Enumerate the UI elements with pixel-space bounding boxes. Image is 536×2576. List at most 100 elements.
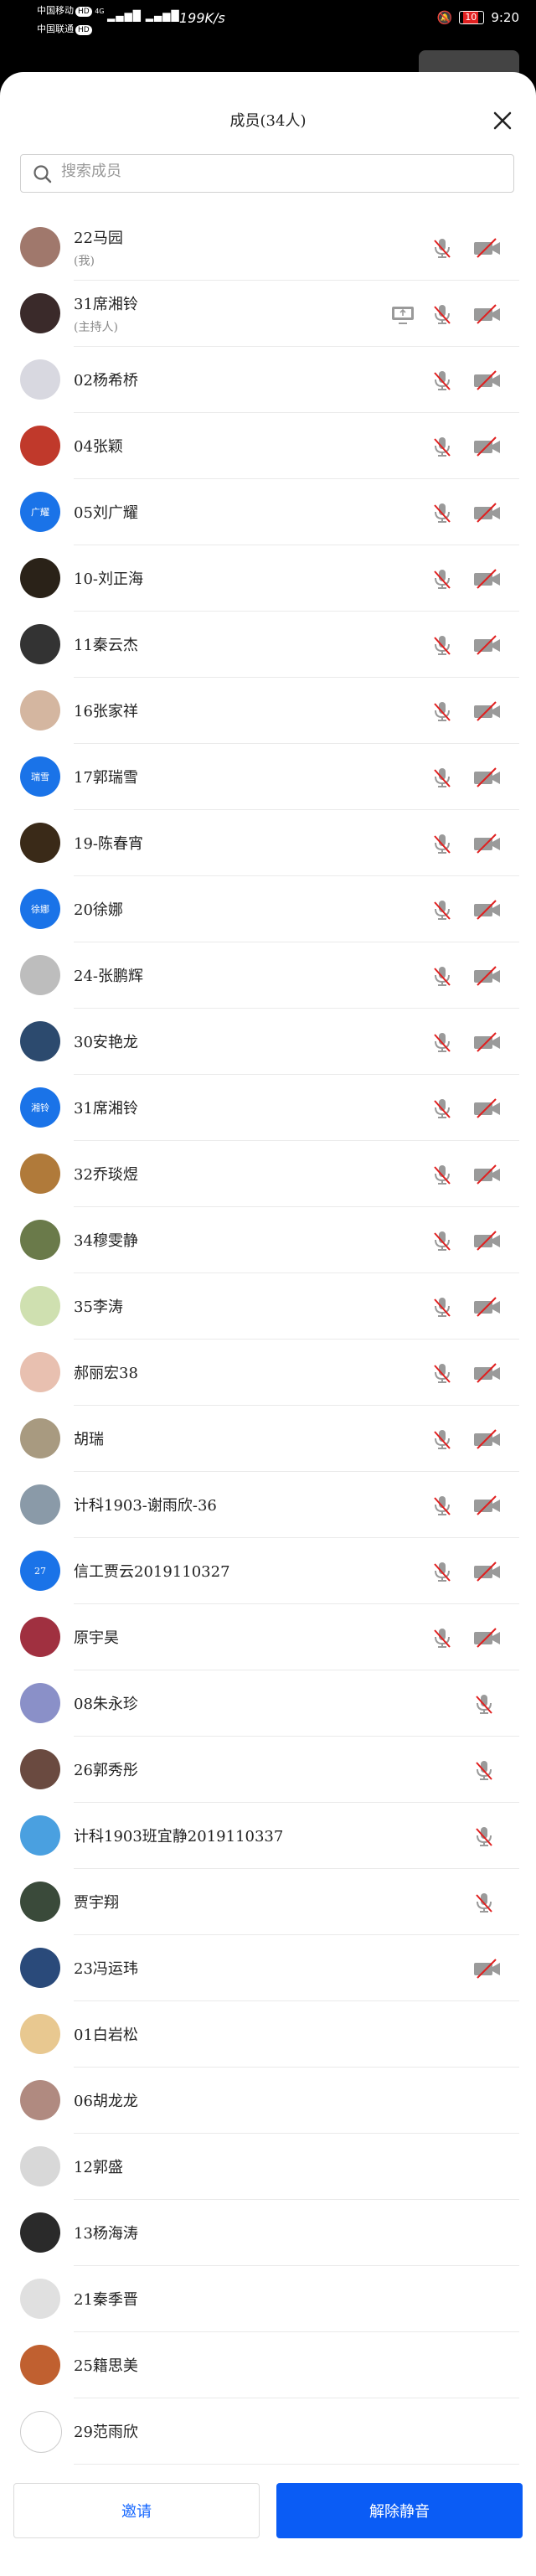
- member-row[interactable]: 35李涛: [0, 1273, 536, 1340]
- member-name: 计科1903-谢雨欣-36: [74, 1497, 217, 1515]
- mic-muted-icon[interactable]: [472, 1891, 496, 1918]
- camera-off-icon[interactable]: [472, 302, 502, 329]
- camera-off-icon[interactable]: [472, 1494, 502, 1520]
- camera-off-icon[interactable]: [472, 832, 502, 859]
- close-icon[interactable]: [491, 109, 514, 132]
- camera-off-icon[interactable]: [472, 964, 502, 991]
- camera-off-icon[interactable]: [472, 1295, 502, 1322]
- search-icon: [34, 165, 52, 183]
- mic-muted-icon[interactable]: [430, 435, 454, 462]
- member-row[interactable]: 04张颖: [0, 413, 536, 479]
- member-row[interactable]: 计科1903班宜静2019110337: [0, 1803, 536, 1869]
- camera-off-icon[interactable]: [472, 1229, 502, 1256]
- member-row[interactable]: 13杨海涛: [0, 2200, 536, 2266]
- screen-share-icon[interactable]: [390, 302, 415, 329]
- camera-off-icon[interactable]: [472, 699, 502, 726]
- mic-muted-icon[interactable]: [430, 1295, 454, 1322]
- camera-off-icon[interactable]: [472, 1957, 502, 1984]
- member-row[interactable]: 26郭秀彤: [0, 1737, 536, 1803]
- member-row[interactable]: 02杨希桥: [0, 347, 536, 413]
- member-row[interactable]: 08朱永珍: [0, 1670, 536, 1737]
- mic-muted-icon[interactable]: [430, 766, 454, 792]
- mic-muted-icon[interactable]: [430, 633, 454, 660]
- member-row[interactable]: 瑞雪 17郭瑞雪: [0, 744, 536, 810]
- camera-off-icon[interactable]: [472, 1163, 502, 1190]
- member-row[interactable]: 湘铃 31席湘铃: [0, 1075, 536, 1141]
- mic-muted-icon[interactable]: [472, 1758, 496, 1785]
- member-row[interactable]: 23冯运玮: [0, 1935, 536, 2001]
- member-row[interactable]: 32乔琰煜: [0, 1141, 536, 1207]
- camera-off-icon[interactable]: [472, 633, 502, 660]
- sheet-title: 成员(34人): [229, 112, 307, 130]
- member-row[interactable]: 21秦季晋: [0, 2266, 536, 2332]
- member-row[interactable]: 27 信工贾云2019110327: [0, 1538, 536, 1604]
- member-row[interactable]: 22马园 (我): [0, 214, 536, 281]
- member-row[interactable]: 19-陈春宵: [0, 810, 536, 876]
- camera-off-icon[interactable]: [472, 501, 502, 528]
- search-input[interactable]: [59, 162, 498, 181]
- mic-muted-icon[interactable]: [430, 501, 454, 528]
- member-row[interactable]: 29范雨欣: [0, 2398, 536, 2465]
- mic-muted-icon[interactable]: [430, 1560, 454, 1587]
- member-name: 24-张鹏辉: [74, 968, 143, 985]
- avatar: 湘铃: [20, 1087, 60, 1128]
- invite-button[interactable]: 邀请: [13, 2483, 260, 2538]
- camera-off-icon[interactable]: [472, 766, 502, 792]
- mic-muted-icon[interactable]: [430, 699, 454, 726]
- mic-muted-icon[interactable]: [472, 1825, 496, 1851]
- member-row[interactable]: 31席湘铃 (主持人): [0, 281, 536, 347]
- mic-muted-icon[interactable]: [430, 1626, 454, 1653]
- member-row[interactable]: 徐娜 20徐娜: [0, 876, 536, 942]
- camera-off-icon[interactable]: [472, 1361, 502, 1388]
- member-name: 30安艳龙: [74, 1034, 138, 1051]
- mic-muted-icon[interactable]: [430, 1229, 454, 1256]
- member-row[interactable]: 16张家祥: [0, 678, 536, 744]
- mic-muted-icon[interactable]: [430, 236, 454, 263]
- search-box[interactable]: [20, 154, 514, 193]
- mic-muted-icon[interactable]: [430, 369, 454, 395]
- camera-off-icon[interactable]: [472, 567, 502, 594]
- mic-muted-icon[interactable]: [430, 302, 454, 329]
- mic-muted-icon[interactable]: [430, 1163, 454, 1190]
- member-row[interactable]: 34穆雯静: [0, 1207, 536, 1273]
- mic-muted-icon[interactable]: [430, 1030, 454, 1057]
- mic-muted-icon[interactable]: [472, 1692, 496, 1719]
- member-row[interactable]: 25籍思美: [0, 2332, 536, 2398]
- camera-off-icon[interactable]: [472, 1626, 502, 1653]
- camera-off-icon[interactable]: [472, 1097, 502, 1123]
- camera-off-icon[interactable]: [472, 236, 502, 263]
- mic-muted-icon[interactable]: [430, 567, 454, 594]
- camera-off-icon[interactable]: [472, 898, 502, 925]
- mic-muted-icon[interactable]: [430, 832, 454, 859]
- member-row[interactable]: 30安艳龙: [0, 1009, 536, 1075]
- mic-muted-icon[interactable]: [430, 898, 454, 925]
- avatar: [20, 1683, 60, 1723]
- mic-muted-icon[interactable]: [430, 1361, 454, 1388]
- member-row[interactable]: 01白岩松: [0, 2001, 536, 2068]
- camera-off-icon[interactable]: [472, 435, 502, 462]
- member-row[interactable]: 10-刘正海: [0, 545, 536, 612]
- avatar: [20, 2279, 60, 2319]
- camera-off-icon[interactable]: [472, 369, 502, 395]
- member-row[interactable]: 郝丽宏38: [0, 1340, 536, 1406]
- member-row[interactable]: 原宇昊: [0, 1604, 536, 1670]
- member-row[interactable]: 计科1903-谢雨欣-36: [0, 1472, 536, 1538]
- member-row[interactable]: 06胡龙龙: [0, 2068, 536, 2134]
- camera-off-icon[interactable]: [472, 1030, 502, 1057]
- member-row[interactable]: 胡瑞: [0, 1406, 536, 1472]
- member-row[interactable]: 12郭盛: [0, 2134, 536, 2200]
- camera-off-icon[interactable]: [472, 1560, 502, 1587]
- mic-muted-icon[interactable]: [430, 1427, 454, 1454]
- mic-muted-icon[interactable]: [430, 1097, 454, 1123]
- member-row[interactable]: 广耀 05刘广耀: [0, 479, 536, 545]
- mic-muted-icon[interactable]: [430, 964, 454, 991]
- unmute-button[interactable]: 解除静音: [276, 2483, 523, 2538]
- member-row[interactable]: 贾宇翔: [0, 1869, 536, 1935]
- avatar: 瑞雪: [20, 756, 60, 797]
- member-row[interactable]: 11秦云杰: [0, 612, 536, 678]
- camera-off-icon[interactable]: [472, 1427, 502, 1454]
- member-row[interactable]: 24-张鹏辉: [0, 942, 536, 1009]
- mic-muted-icon[interactable]: [430, 1494, 454, 1520]
- row-divider: [74, 2464, 519, 2465]
- avatar: 广耀: [20, 492, 60, 532]
